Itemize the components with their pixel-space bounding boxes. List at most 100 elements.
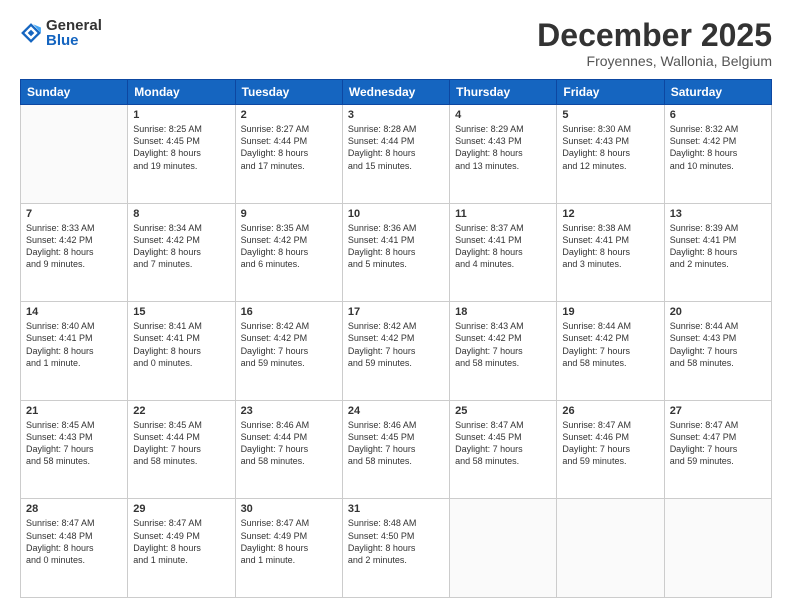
calendar-cell: 31Sunrise: 8:48 AM Sunset: 4:50 PM Dayli… xyxy=(342,499,449,598)
cell-info: Sunrise: 8:48 AM Sunset: 4:50 PM Dayligh… xyxy=(348,517,444,566)
calendar-cell: 9 Sunrise: 8:35 AM Sunset: 4:42 PM Daylig… xyxy=(235,203,342,302)
calendar-cell: 19Sunrise: 8:44 AM Sunset: 4:42 PM Dayli… xyxy=(557,302,664,401)
day-number: 14 xyxy=(26,306,122,318)
day-number: 3 xyxy=(348,109,444,121)
logo-icon xyxy=(20,22,42,44)
cell-info: Sunrise: 8:28 AM Sunset: 4:44 PM Dayligh… xyxy=(348,123,444,172)
day-number: 5 xyxy=(562,109,658,121)
cell-info: Sunrise: 8:25 AM Sunset: 4:45 PM Dayligh… xyxy=(133,123,229,172)
calendar-cell: 25 Sunrise: 8:47 AM Sunset: 4:45 PM Dayli… xyxy=(450,400,557,499)
calendar-cell: 22 Sunrise: 8:45 AM Sunset: 4:44 PM Dayli… xyxy=(128,400,235,499)
calendar-cell: 17Sunrise: 8:42 AM Sunset: 4:42 PM Dayli… xyxy=(342,302,449,401)
header: General Blue December 2025 Froyennes, Wa… xyxy=(20,18,772,69)
day-number: 20 xyxy=(670,306,766,318)
calendar-cell xyxy=(450,499,557,598)
day-number: 27 xyxy=(670,405,766,417)
calendar-cell: 14 Sunrise: 8:40 AM Sunset: 4:41 PM Dayli… xyxy=(21,302,128,401)
logo-blue: Blue xyxy=(46,33,102,48)
cell-info: Sunrise: 8:45 AM Sunset: 4:44 PM Dayligh… xyxy=(133,419,229,468)
day-number: 8 xyxy=(133,208,229,220)
logo-general: General xyxy=(46,18,102,33)
calendar-cell: 30Sunrise: 8:47 AM Sunset: 4:49 PM Dayli… xyxy=(235,499,342,598)
logo: General Blue xyxy=(20,18,102,48)
day-number: 11 xyxy=(455,208,551,220)
day-number: 21 xyxy=(26,405,122,417)
calendar-cell: 18Sunrise: 8:43 AM Sunset: 4:42 PM Dayli… xyxy=(450,302,557,401)
header-cell-monday: Monday xyxy=(128,80,235,105)
cell-info: Sunrise: 8:40 AM Sunset: 4:41 PM Dayligh… xyxy=(26,320,122,369)
cell-info: Sunrise: 8:37 AM Sunset: 4:41 PM Dayligh… xyxy=(455,222,551,271)
calendar-cell: 1Sunrise: 8:25 AM Sunset: 4:45 PM Daylig… xyxy=(128,105,235,204)
calendar-cell: 4Sunrise: 8:29 AM Sunset: 4:43 PM Daylig… xyxy=(450,105,557,204)
day-number: 6 xyxy=(670,109,766,121)
header-cell-wednesday: Wednesday xyxy=(342,80,449,105)
calendar-cell: 20 Sunrise: 8:44 AM Sunset: 4:43 PM Dayli… xyxy=(664,302,771,401)
day-number: 9 xyxy=(241,208,337,220)
day-number: 12 xyxy=(562,208,658,220)
calendar-cell xyxy=(557,499,664,598)
calendar-cell: 29 Sunrise: 8:47 AM Sunset: 4:49 PM Dayli… xyxy=(128,499,235,598)
calendar-cell: 21 Sunrise: 8:45 AM Sunset: 4:43 PM Dayli… xyxy=(21,400,128,499)
cell-info: Sunrise: 8:47 AM Sunset: 4:46 PM Dayligh… xyxy=(562,419,658,468)
day-number: 22 xyxy=(133,405,229,417)
cell-info: Sunrise: 8:42 AM Sunset: 4:42 PM Dayligh… xyxy=(241,320,337,369)
calendar-cell: 13 Sunrise: 8:39 AM Sunset: 4:41 PM Dayli… xyxy=(664,203,771,302)
day-number: 29 xyxy=(133,503,229,515)
cell-info: Sunrise: 8:47 AM Sunset: 4:45 PM Dayligh… xyxy=(455,419,551,468)
header-cell-tuesday: Tuesday xyxy=(235,80,342,105)
day-number: 30 xyxy=(241,503,337,515)
day-number: 19 xyxy=(562,306,658,318)
day-number: 16 xyxy=(241,306,337,318)
calendar-cell: 6 Sunrise: 8:32 AM Sunset: 4:42 PM Daylig… xyxy=(664,105,771,204)
logo-text: General Blue xyxy=(46,18,102,48)
cell-info: Sunrise: 8:34 AM Sunset: 4:42 PM Dayligh… xyxy=(133,222,229,271)
calendar-cell: 10 Sunrise: 8:36 AM Sunset: 4:41 PM Dayli… xyxy=(342,203,449,302)
calendar-cell: 5 Sunrise: 8:30 AM Sunset: 4:43 PM Daylig… xyxy=(557,105,664,204)
day-number: 25 xyxy=(455,405,551,417)
calendar-cell: 12 Sunrise: 8:38 AM Sunset: 4:41 PM Dayli… xyxy=(557,203,664,302)
cell-info: Sunrise: 8:36 AM Sunset: 4:41 PM Dayligh… xyxy=(348,222,444,271)
calendar-cell: 2 Sunrise: 8:27 AM Sunset: 4:44 PM Daylig… xyxy=(235,105,342,204)
cell-info: Sunrise: 8:27 AM Sunset: 4:44 PM Dayligh… xyxy=(241,123,337,172)
day-number: 10 xyxy=(348,208,444,220)
cell-info: Sunrise: 8:39 AM Sunset: 4:41 PM Dayligh… xyxy=(670,222,766,271)
calendar-cell: 11 Sunrise: 8:37 AM Sunset: 4:41 PM Dayli… xyxy=(450,203,557,302)
calendar-table: SundayMondayTuesdayWednesdayThursdayFrid… xyxy=(20,79,772,598)
cell-info: Sunrise: 8:29 AM Sunset: 4:43 PM Dayligh… xyxy=(455,123,551,172)
calendar-cell: 8 Sunrise: 8:34 AM Sunset: 4:42 PM Daylig… xyxy=(128,203,235,302)
week-row-1: 7 Sunrise: 8:33 AM Sunset: 4:42 PM Daylig… xyxy=(21,203,772,302)
day-number: 23 xyxy=(241,405,337,417)
day-number: 24 xyxy=(348,405,444,417)
day-number: 26 xyxy=(562,405,658,417)
cell-info: Sunrise: 8:41 AM Sunset: 4:41 PM Dayligh… xyxy=(133,320,229,369)
cell-info: Sunrise: 8:33 AM Sunset: 4:42 PM Dayligh… xyxy=(26,222,122,271)
cell-info: Sunrise: 8:46 AM Sunset: 4:45 PM Dayligh… xyxy=(348,419,444,468)
cell-info: Sunrise: 8:45 AM Sunset: 4:43 PM Dayligh… xyxy=(26,419,122,468)
header-row: SundayMondayTuesdayWednesdayThursdayFrid… xyxy=(21,80,772,105)
cell-info: Sunrise: 8:38 AM Sunset: 4:41 PM Dayligh… xyxy=(562,222,658,271)
week-row-4: 28Sunrise: 8:47 AM Sunset: 4:48 PM Dayli… xyxy=(21,499,772,598)
cell-info: Sunrise: 8:46 AM Sunset: 4:44 PM Dayligh… xyxy=(241,419,337,468)
cell-info: Sunrise: 8:35 AM Sunset: 4:42 PM Dayligh… xyxy=(241,222,337,271)
month-title: December 2025 xyxy=(537,18,772,53)
header-cell-sunday: Sunday xyxy=(21,80,128,105)
week-row-3: 21 Sunrise: 8:45 AM Sunset: 4:43 PM Dayli… xyxy=(21,400,772,499)
cell-info: Sunrise: 8:30 AM Sunset: 4:43 PM Dayligh… xyxy=(562,123,658,172)
header-cell-saturday: Saturday xyxy=(664,80,771,105)
cell-info: Sunrise: 8:47 AM Sunset: 4:47 PM Dayligh… xyxy=(670,419,766,468)
calendar-cell: 23 Sunrise: 8:46 AM Sunset: 4:44 PM Dayli… xyxy=(235,400,342,499)
header-cell-friday: Friday xyxy=(557,80,664,105)
page: General Blue December 2025 Froyennes, Wa… xyxy=(0,0,792,612)
calendar-cell: 16 Sunrise: 8:42 AM Sunset: 4:42 PM Dayli… xyxy=(235,302,342,401)
calendar-cell xyxy=(21,105,128,204)
cell-info: Sunrise: 8:42 AM Sunset: 4:42 PM Dayligh… xyxy=(348,320,444,369)
day-number: 13 xyxy=(670,208,766,220)
header-cell-thursday: Thursday xyxy=(450,80,557,105)
cell-info: Sunrise: 8:47 AM Sunset: 4:49 PM Dayligh… xyxy=(133,517,229,566)
day-number: 2 xyxy=(241,109,337,121)
calendar-cell: 28Sunrise: 8:47 AM Sunset: 4:48 PM Dayli… xyxy=(21,499,128,598)
day-number: 7 xyxy=(26,208,122,220)
cell-info: Sunrise: 8:32 AM Sunset: 4:42 PM Dayligh… xyxy=(670,123,766,172)
cell-info: Sunrise: 8:44 AM Sunset: 4:43 PM Dayligh… xyxy=(670,320,766,369)
week-row-0: 1Sunrise: 8:25 AM Sunset: 4:45 PM Daylig… xyxy=(21,105,772,204)
